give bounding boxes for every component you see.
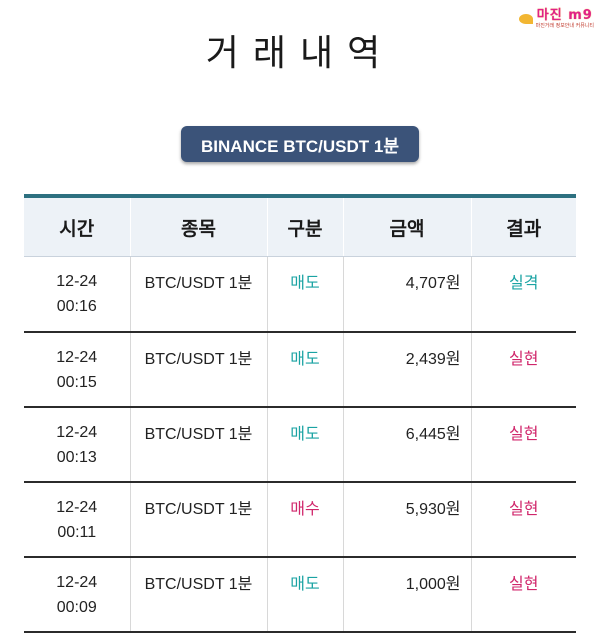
- table-row: 12-24 00:13 BTC/USDT 1분 매도 6,445원 실현: [24, 406, 576, 483]
- trade-time: 00:11: [57, 523, 97, 541]
- cell-symbol: BTC/USDT 1분: [130, 556, 268, 633]
- cell-symbol: BTC/USDT 1분: [130, 331, 268, 408]
- trade-date: 12-24: [56, 423, 98, 441]
- cell-amount: 1,000원: [343, 556, 472, 633]
- trade-date: 12-24: [56, 348, 98, 366]
- logo-wing-icon: [518, 14, 533, 24]
- cell-amount: 2,439원: [343, 331, 472, 408]
- cell-time: 12-24 00:15: [24, 331, 131, 408]
- cell-side: 매도: [267, 256, 344, 333]
- table-row: 12-24 00:15 BTC/USDT 1분 매도 2,439원 실현: [24, 331, 576, 408]
- trade-time: 00:13: [56, 448, 97, 466]
- trade-date: 12-24: [56, 273, 98, 290]
- cell-time: 12-24 00:09: [24, 556, 131, 633]
- trade-date: 12-24: [56, 573, 98, 591]
- cell-symbol: BTC/USDT 1분: [130, 256, 268, 333]
- trade-time: 00:09: [56, 598, 97, 616]
- cell-time: 12-24 00:16: [24, 256, 131, 333]
- cell-amount: 4,707원: [343, 256, 472, 333]
- cell-symbol: BTC/USDT 1분: [130, 406, 268, 483]
- page-title: 거래내역: [205, 33, 395, 74]
- cell-time: 12-24 00:13: [24, 406, 131, 483]
- cell-result: 실현: [471, 406, 576, 483]
- header-amount: 금액: [343, 198, 472, 257]
- cell-time: 12-24 00:11: [24, 481, 131, 558]
- cell-side: 매도: [267, 406, 344, 483]
- header-symbol: 종목: [130, 198, 268, 257]
- table-header-row: 시간 종목 구분 금액 결과: [24, 198, 576, 257]
- cell-side: 매도: [267, 556, 344, 633]
- table-row: 12-24 00:09 BTC/USDT 1분 매도 1,000원 실현: [24, 556, 576, 633]
- header-time: 시간: [24, 198, 131, 257]
- cell-result: 실현: [471, 331, 576, 408]
- cell-side: 매수: [267, 481, 344, 558]
- header-side: 구분: [267, 198, 344, 257]
- cell-result: 실현: [471, 481, 576, 558]
- cell-amount: 6,445원: [343, 406, 472, 483]
- cell-symbol: BTC/USDT 1분: [130, 481, 268, 558]
- trade-time: 00:15: [56, 373, 97, 391]
- cell-side: 매도: [267, 331, 344, 408]
- table-row: 12-24 00:11 BTC/USDT 1분 매수 5,930원 실현: [24, 481, 576, 558]
- cell-result: 실격: [471, 256, 576, 333]
- trade-history-table: 시간 종목 구분 금액 결과 12-24 00:16 BTC/USDT 1분 매도 4,…: [24, 194, 576, 633]
- market-badge: BINANCE BTC/USDT 1분: [181, 126, 419, 162]
- header-result: 결과: [471, 198, 576, 257]
- cell-amount: 5,930원: [343, 481, 472, 558]
- logo-main-text: 마진 m9: [536, 7, 593, 23]
- cell-result: 실현: [471, 556, 576, 633]
- table-row: 12-24 00:16 BTC/USDT 1분 매도 4,707원 실격: [24, 256, 576, 333]
- trade-date: 12-24: [56, 498, 98, 516]
- trade-time: 00:16: [56, 298, 97, 315]
